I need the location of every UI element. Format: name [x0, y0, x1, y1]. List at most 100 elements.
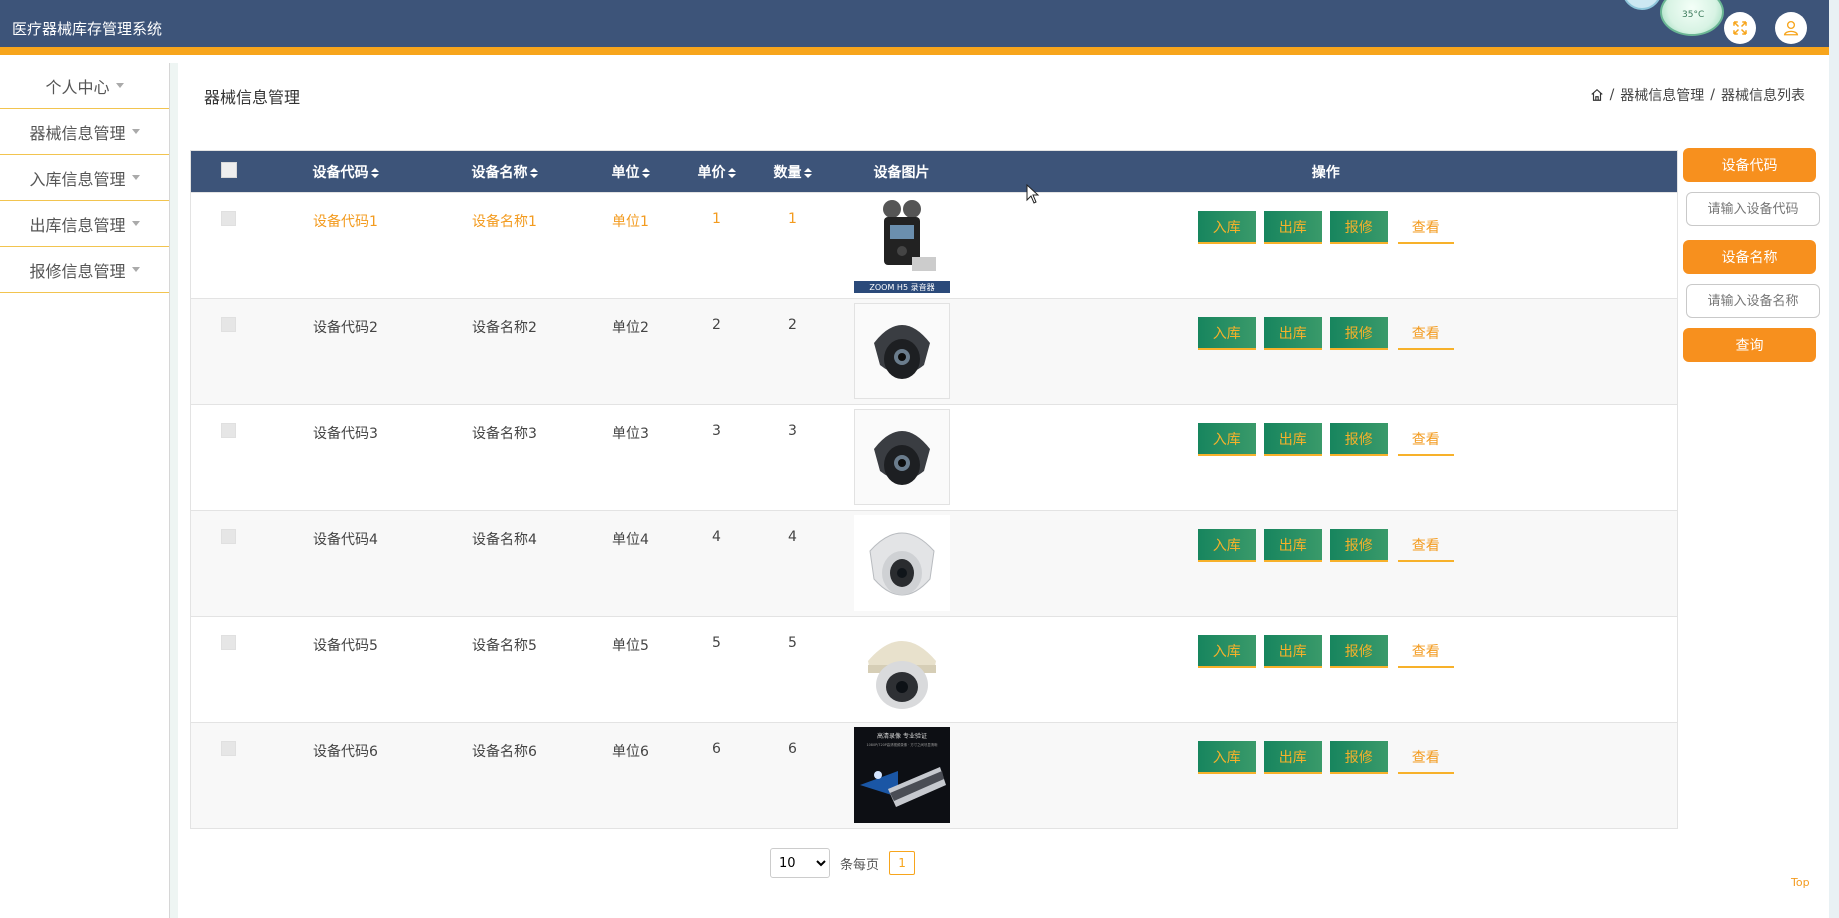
view-button[interactable]: 查看 [1397, 741, 1454, 774]
view-button[interactable]: 查看 [1397, 211, 1454, 244]
row-select-cell [191, 723, 267, 829]
sidebar: 个人中心 器械信息管理 入库信息管理 出库信息管理 报修信息管理 [0, 63, 170, 918]
col-header-name[interactable]: 设备名称 [425, 151, 585, 193]
caret-down-icon [131, 175, 140, 180]
dome-camera-white-image[interactable] [853, 515, 950, 611]
cell-actions: 入库 出库 报修 查看 [975, 723, 1678, 829]
repair-button[interactable]: 报修 [1329, 211, 1388, 244]
col-header-code[interactable]: 设备代码 [267, 151, 425, 193]
cell-actions: 入库 出库 报修 查看 [975, 193, 1678, 299]
stock-in-button[interactable]: 入库 [1197, 211, 1256, 244]
cell-actions: 入库 出库 报修 查看 [975, 617, 1678, 723]
stock-in-button[interactable]: 入库 [1197, 317, 1256, 350]
sidebar-item-label: 入库信息管理 [29, 169, 126, 189]
cell-code: 设备代码6 [313, 744, 378, 760]
dome-camera-dark-image[interactable] [853, 303, 950, 399]
row-checkbox[interactable] [221, 741, 237, 756]
ad-subline: 1080P/720P高清视频录像 · 方寸之间尽显清晰 [866, 742, 938, 747]
view-button[interactable]: 查看 [1397, 635, 1454, 668]
caret-down-icon [115, 83, 124, 88]
cell-actions: 入库 出库 报修 查看 [975, 405, 1678, 511]
cell-code: 设备代码4 [313, 532, 378, 548]
device-code-input[interactable] [1686, 192, 1820, 226]
device-table: 设备代码 设备名称 单位 单价 数量 设备图片 操作 设备代码1 设备名称1 单… [190, 150, 1678, 829]
row-checkbox[interactable] [221, 317, 237, 332]
user-icon [1783, 20, 1799, 36]
col-header-price[interactable]: 单价 [677, 151, 757, 193]
stock-out-button[interactable]: 出库 [1263, 741, 1322, 774]
view-button[interactable]: 查看 [1397, 529, 1454, 562]
mouse-cursor-icon [1026, 184, 1040, 204]
page-size-select[interactable]: 10 [770, 848, 830, 878]
sidebar-item-stock-in[interactable]: 入库信息管理 [0, 155, 169, 201]
breadcrumb-separator: / [1609, 87, 1615, 103]
col-header-qty[interactable]: 数量 [757, 151, 829, 193]
sidebar-item-label: 个人中心 [45, 77, 110, 97]
row-select-cell [191, 617, 267, 723]
cell-qty: 6 [788, 741, 797, 757]
cell-image: 高清录像 专业验证 1080P/720P高清视频录像 · 方寸之间尽显清晰 [829, 723, 975, 829]
repair-button[interactable]: 报修 [1329, 317, 1388, 350]
view-button[interactable]: 查看 [1397, 317, 1454, 350]
cell-actions: 入库 出库 报修 查看 [975, 511, 1678, 617]
repair-button[interactable]: 报修 [1329, 635, 1388, 668]
row-checkbox[interactable] [221, 211, 237, 226]
table-row: 设备代码6 设备名称6 单位6 6 6 高清录像 专业验证 1080P/720P… [190, 722, 1678, 829]
stock-out-button[interactable]: 出库 [1263, 211, 1322, 244]
cell-unit: 单位3 [612, 426, 649, 442]
pagination: 10 条每页 1 [770, 848, 916, 878]
stock-in-button[interactable]: 入库 [1197, 741, 1256, 774]
dome-camera-dark-image[interactable] [853, 409, 950, 505]
device-name-label: 设备名称 [1683, 240, 1816, 274]
projector-ad-image[interactable]: 高清录像 专业验证 1080P/720P高清视频录像 · 方寸之间尽显清晰 [853, 727, 950, 823]
sidebar-divider [170, 63, 178, 918]
stock-out-button[interactable]: 出库 [1263, 529, 1322, 562]
cell-price: 4 [712, 529, 721, 545]
fullscreen-button[interactable] [1724, 12, 1756, 44]
sidebar-item-label: 报修信息管理 [29, 261, 126, 281]
cell-qty: 3 [788, 423, 797, 439]
sort-icon [641, 167, 650, 178]
stock-out-button[interactable]: 出库 [1263, 423, 1322, 456]
page-number-button[interactable]: 1 [889, 851, 916, 875]
caret-down-icon [131, 221, 140, 226]
device-name-input[interactable] [1686, 284, 1820, 318]
sidebar-item-repair[interactable]: 报修信息管理 [0, 247, 169, 293]
repair-button[interactable]: 报修 [1329, 529, 1388, 562]
stock-out-button[interactable]: 出库 [1263, 635, 1322, 668]
per-page-label: 条每页 [840, 857, 880, 873]
row-checkbox[interactable] [221, 635, 237, 650]
stock-in-button[interactable]: 入库 [1197, 635, 1256, 668]
home-icon[interactable] [1590, 88, 1604, 102]
recorder-caption: ZOOM H5 录音器 [869, 282, 934, 292]
breadcrumb-item[interactable]: 器械信息管理 [1620, 85, 1704, 105]
stock-in-button[interactable]: 入库 [1197, 423, 1256, 456]
sidebar-item-stock-out[interactable]: 出库信息管理 [0, 201, 169, 247]
col-header-unit[interactable]: 单位 [585, 151, 677, 193]
cell-actions: 入库 出库 报修 查看 [975, 299, 1678, 405]
view-button[interactable]: 查看 [1397, 423, 1454, 456]
cell-code: 设备代码2 [313, 320, 378, 336]
user-profile-button[interactable] [1775, 12, 1807, 44]
select-all-checkbox[interactable] [220, 161, 237, 178]
cell-name: 设备名称5 [472, 638, 537, 654]
query-button[interactable]: 查询 [1683, 328, 1816, 362]
cell-qty: 4 [788, 529, 797, 545]
table-row: 设备代码1 设备名称1 单位1 1 1 ZOOM H5 录音器 入库 出库 报修… [190, 192, 1678, 299]
cell-image [829, 405, 975, 511]
sidebar-item-personal-center[interactable]: 个人中心 [0, 63, 169, 109]
dome-camera-beige-image[interactable] [853, 621, 950, 717]
row-checkbox[interactable] [221, 529, 237, 544]
stock-out-button[interactable]: 出库 [1263, 317, 1322, 350]
sidebar-item-device-info[interactable]: 器械信息管理 [0, 109, 169, 155]
cell-image [829, 511, 975, 617]
repair-button[interactable]: 报修 [1329, 741, 1388, 774]
back-to-top-link[interactable]: Top [1791, 876, 1810, 889]
stock-in-button[interactable]: 入库 [1197, 529, 1256, 562]
weather-temp: 35°C [1682, 10, 1705, 20]
cell-price: 3 [712, 423, 721, 439]
table-row: 设备代码2 设备名称2 单位2 2 2 入库 出库 报修 查看 [190, 298, 1678, 405]
row-checkbox[interactable] [221, 423, 237, 438]
repair-button[interactable]: 报修 [1329, 423, 1388, 456]
recorder-image[interactable]: ZOOM H5 录音器 [853, 197, 950, 293]
